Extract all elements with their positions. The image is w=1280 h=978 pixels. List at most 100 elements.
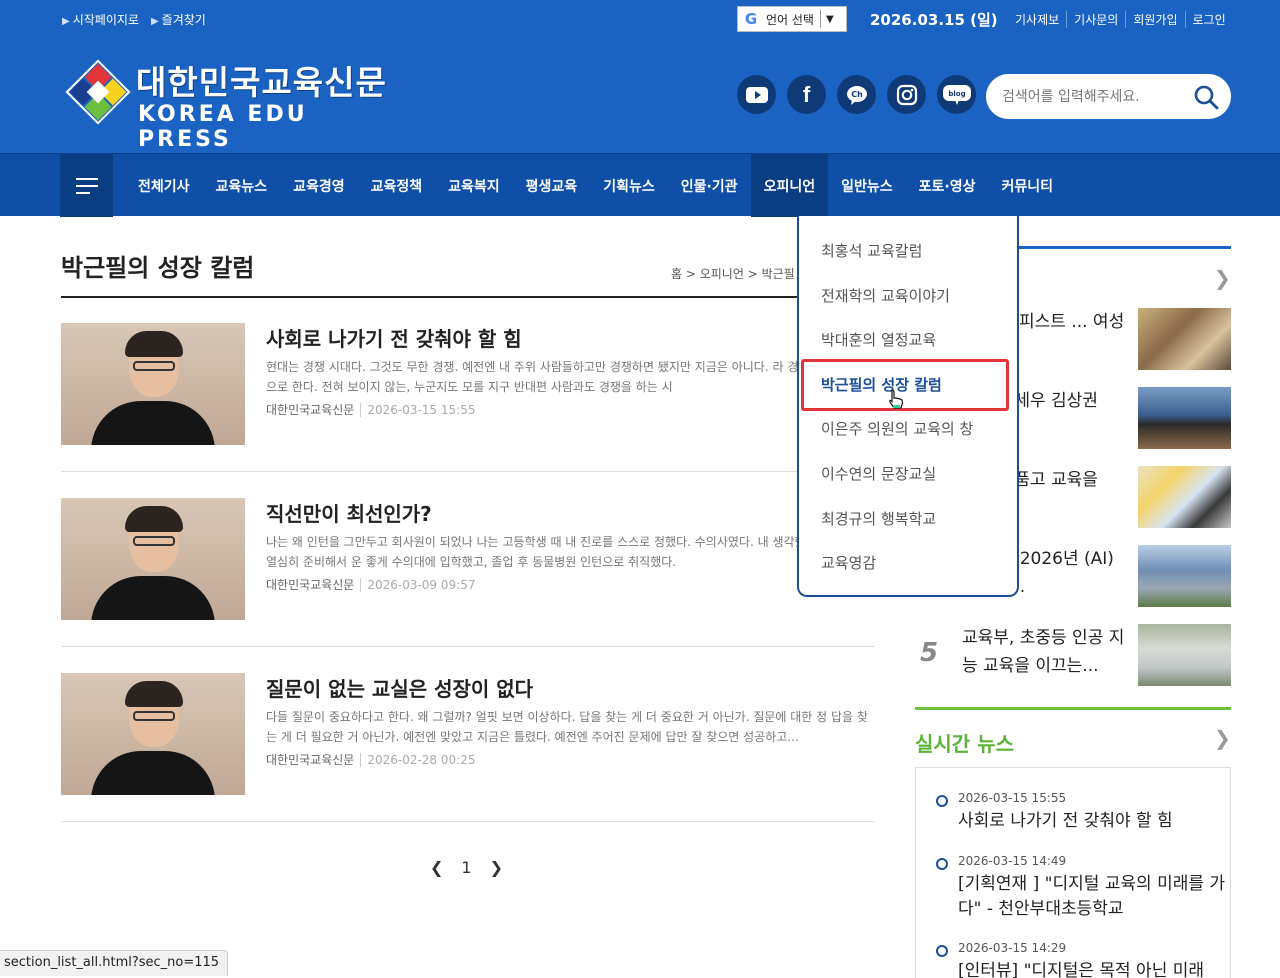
status-bar-url: section_list_all.html?sec_no=115 — [0, 950, 229, 976]
signup-link[interactable]: 회원가입 — [1125, 11, 1184, 28]
article-datetime: 2026-03-09 09:57 — [360, 578, 476, 592]
nav-item-general-news[interactable]: 일반뉴스 — [828, 154, 906, 217]
dropdown-item[interactable]: 최경규의 행복학교 — [821, 508, 936, 529]
page-number[interactable]: 1 — [461, 858, 471, 877]
article-source: 대한민국교육신문 — [266, 578, 355, 592]
popular-thumbnail[interactable] — [1138, 545, 1231, 607]
article-meta: 대한민국교육신문 2026-03-09 09:57 — [266, 576, 476, 593]
popular-thumbnail[interactable] — [1138, 624, 1231, 686]
top-bar: ▶ 시작페이지로 ▶ 즐겨찾기 G 언어 선택 ▼ 2026.03.15 (일) 기… — [0, 0, 1280, 38]
dropdown-item[interactable]: 전재학의 교육이야기 — [821, 285, 950, 306]
hand-cursor-icon — [889, 389, 904, 409]
article-summary[interactable]: 다들 질문이 중요하다고 한다. 왜 그럴까? 얼핏 보면 이상하다. 답을 찾… — [266, 707, 874, 747]
opinion-dropdown-menu: 최홍석 교육칼럼 전재학의 교육이야기 박대훈의 열정교육 박근필의 성장 칼럼… — [797, 216, 1019, 597]
site-header: ▶ 시작페이지로 ▶ 즐겨찾기 G 언어 선택 ▼ 2026.03.15 (일) 기… — [0, 0, 1280, 153]
article-datetime: 2026-03-15 15:55 — [360, 403, 476, 417]
article-item[interactable]: 직선만이 최선인가? 나는 왜 인턴을 그만두고 회사원이 되었나 나는 고등학… — [61, 498, 875, 648]
divider — [819, 10, 821, 28]
divider — [61, 471, 875, 472]
logo-korean-text: 대한민국교육신문 — [136, 63, 387, 102]
highlight-box — [801, 359, 1009, 411]
nav-item-photo-video[interactable]: 포토·영상 — [906, 154, 989, 217]
article-summary[interactable]: 현대는 경쟁 시대다. 그것도 무한 경쟁. 예전엔 내 주위 사람들하고만 경… — [266, 357, 874, 397]
dropdown-item[interactable]: 교육영감 — [821, 552, 876, 573]
social-links: f Ch blog — [737, 75, 976, 114]
search-icon[interactable] — [1193, 84, 1219, 110]
prev-page-icon[interactable]: ❮ — [430, 858, 443, 877]
site-logo[interactable]: 대한민국교육신문 KOREA EDU PRESS — [62, 54, 402, 152]
nav-item-feature-news[interactable]: 기획뉴스 — [590, 154, 668, 217]
news-title[interactable]: [기획연재 ] "디지털 교육의 미래를 가다" - 천안부대초등학교 — [958, 872, 1228, 922]
hamburger-menu-button[interactable] — [60, 154, 113, 217]
language-select[interactable]: G 언어 선택 ▼ — [737, 6, 847, 32]
nav-item-edu-news[interactable]: 교육뉴스 — [203, 154, 281, 217]
triangle-icon: ▶ — [62, 16, 70, 27]
nav-item-edu-management[interactable]: 교육경영 — [280, 154, 358, 217]
search-input[interactable] — [1002, 86, 1182, 108]
breadcrumb: 홈 > 오피니언 > 박근필 — [671, 267, 795, 281]
bullet-icon — [936, 945, 948, 957]
nav-item-edu-policy[interactable]: 교육정책 — [358, 154, 436, 217]
divider — [61, 296, 875, 298]
divider — [61, 646, 875, 647]
start-page-link[interactable]: ▶ 시작페이지로 — [62, 11, 139, 28]
news-datetime: 2026-03-15 14:29 — [958, 941, 1067, 955]
logo-mark-icon — [65, 59, 131, 125]
dropdown-item[interactable]: 이수연의 문장교실 — [821, 463, 936, 484]
search-box — [986, 74, 1231, 119]
logo-english-text: KOREA EDU PRESS — [138, 102, 308, 152]
kakao-channel-icon[interactable]: Ch — [837, 75, 876, 114]
caret-down-icon: ▼ — [825, 13, 834, 25]
nav-item-lifelong-edu[interactable]: 평생교육 — [513, 154, 591, 217]
popular-thumbnail[interactable] — [1138, 466, 1231, 528]
bullet-icon — [936, 858, 948, 870]
nav-item-edu-welfare[interactable]: 교육복지 — [435, 154, 513, 217]
next-page-icon[interactable]: ❯ — [490, 858, 503, 877]
news-datetime: 2026-03-15 15:55 — [958, 791, 1067, 805]
article-thumbnail[interactable] — [61, 673, 245, 795]
article-thumbnail[interactable] — [61, 498, 245, 620]
popular-title[interactable]: 교육부, 초중등 인공 지능 교육을 이끄는... — [962, 624, 1132, 680]
nav-item-opinion[interactable]: 오피니언 — [750, 154, 829, 217]
article-source: 대한민국교육신문 — [266, 403, 355, 417]
instagram-icon[interactable] — [887, 75, 926, 114]
page-title: 박근필의 성장 칼럼 — [61, 254, 255, 282]
pagination: ❮ 1 ❯ — [430, 858, 503, 877]
article-item[interactable]: 질문이 없는 교실은 성장이 없다 다들 질문이 중요하다고 한다. 왜 그럴까… — [61, 673, 875, 823]
popular-item[interactable]: 5 교육부, 초중등 인공 지능 교육을 이끄는... — [915, 624, 1231, 688]
svg-text:Ch: Ch — [851, 90, 863, 99]
realtime-news-title: 실시간 뉴스 — [915, 732, 1014, 756]
bookmark-link[interactable]: ▶ 즐겨찾기 — [151, 11, 206, 28]
nav-item-community[interactable]: 커뮤니티 — [988, 154, 1066, 217]
dropdown-item[interactable]: 박대훈의 열정교육 — [821, 329, 936, 350]
dropdown-item[interactable]: 이은주 의원의 교육의 창 — [821, 418, 973, 439]
bullet-icon — [936, 795, 948, 807]
login-link[interactable]: 로그인 — [1184, 11, 1233, 28]
popular-thumbnail[interactable] — [1138, 308, 1231, 370]
triangle-icon: ▶ — [150, 16, 159, 27]
article-title[interactable]: 사회로 나가기 전 갖춰야 할 힘 — [266, 323, 522, 352]
article-item[interactable]: 사회로 나가기 전 갖춰야 할 힘 현대는 경쟁 시대다. 그것도 무한 경쟁.… — [61, 323, 875, 473]
divider — [61, 821, 875, 822]
youtube-icon[interactable] — [737, 75, 776, 114]
news-inquiry-link[interactable]: 기사문의 — [1066, 11, 1125, 28]
article-summary[interactable]: 나는 왜 인턴을 그만두고 회사원이 되었나 나는 고등학생 때 내 진로를 스… — [266, 532, 874, 572]
article-title[interactable]: 질문이 없는 교실은 성장이 없다 — [266, 673, 533, 702]
nav-item-all[interactable]: 전체기사 — [125, 154, 203, 217]
dropdown-item[interactable]: 최홍석 교육칼럼 — [821, 240, 922, 261]
popular-thumbnail[interactable] — [1138, 387, 1231, 449]
chevron-right-icon[interactable]: ❯ — [1214, 266, 1231, 290]
article-title[interactable]: 직선만이 최선인가? — [266, 498, 432, 527]
main-nav: 전체기사 교육뉴스 교육경영 교육정책 교육복지 평생교육 기획뉴스 인물·기관… — [0, 153, 1280, 217]
blog-icon[interactable]: blog — [937, 75, 976, 114]
facebook-icon[interactable]: f — [787, 75, 826, 114]
chevron-right-icon[interactable]: ❯ — [1214, 726, 1231, 750]
nav-item-people[interactable]: 인물·기관 — [668, 154, 751, 217]
article-meta: 대한민국교육신문 2026-02-28 00:25 — [266, 751, 476, 768]
news-title[interactable]: 사회로 나가기 전 갖춰야 할 힘 — [958, 809, 1228, 834]
realtime-news-list: 2026-03-15 15:55 사회로 나가기 전 갖춰야 할 힘 2026-… — [915, 767, 1231, 978]
member-links: 기사제보 기사문의 회원가입 로그인 — [1015, 11, 1233, 28]
article-thumbnail[interactable] — [61, 323, 245, 445]
news-tip-link[interactable]: 기사제보 — [1015, 11, 1066, 28]
news-title[interactable]: [인터뷰] "디지털은 목적 아닌 미래 — [958, 959, 1228, 978]
